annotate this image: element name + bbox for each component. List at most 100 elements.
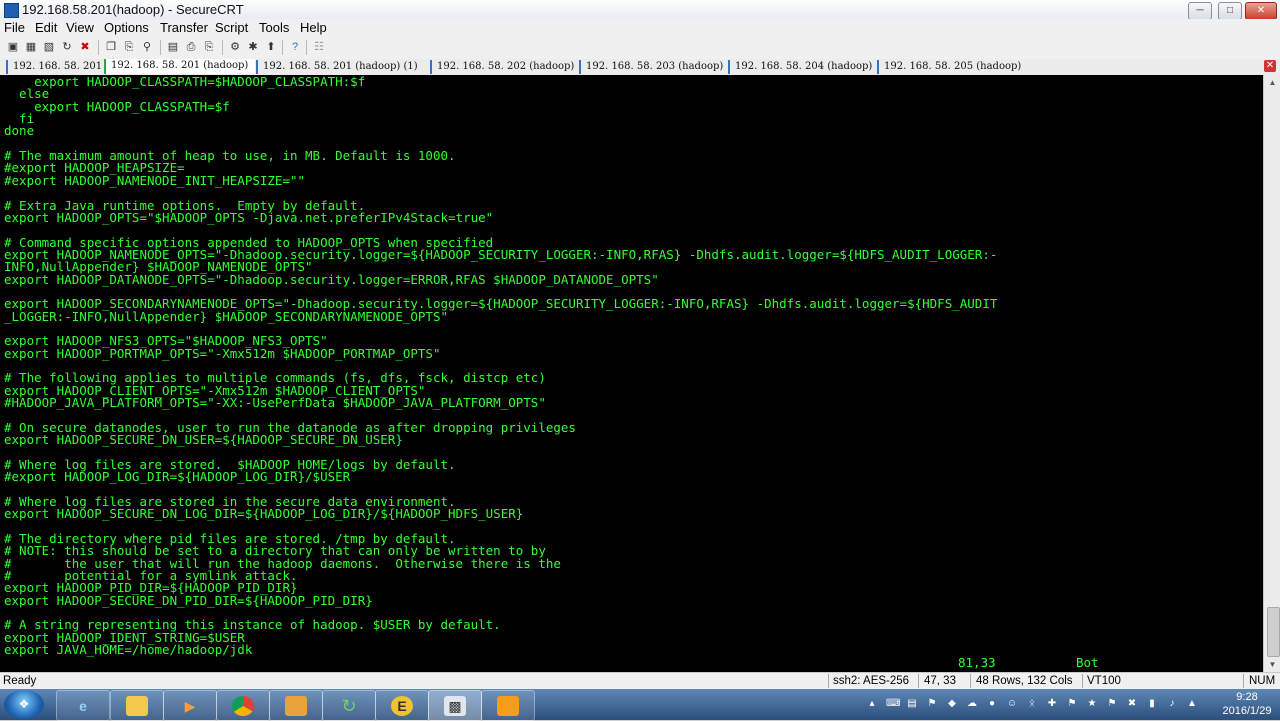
toolbar-separator xyxy=(160,40,161,55)
print-selection-icon[interactable]: ⎘ xyxy=(202,40,216,54)
tray-flag-icon[interactable]: ⚑ xyxy=(1106,698,1118,710)
tray-star-icon[interactable]: ★ xyxy=(1086,698,1098,710)
help-icon[interactable]: ? xyxy=(288,40,302,54)
menu-file[interactable]: File xyxy=(4,20,25,35)
status-bar: Ready ssh2: AES-256 47, 33 48 Rows, 132 … xyxy=(0,672,1280,690)
close-button[interactable]: ✕ xyxy=(1245,2,1277,20)
tray-qq-icon[interactable]: ☺ xyxy=(1006,698,1018,710)
maximize-button[interactable]: □ xyxy=(1218,2,1242,20)
taskbar-app-file-explorer[interactable] xyxy=(110,690,164,721)
status-divider xyxy=(918,674,919,688)
print-icon[interactable]: ⎙ xyxy=(184,40,198,54)
app-e-icon: E xyxy=(391,696,413,716)
securecrt-icon xyxy=(285,696,307,716)
securecrt-app-icon xyxy=(4,3,19,18)
status-num-lock: NUM xyxy=(1249,675,1276,687)
menu-transfer[interactable]: Transfer xyxy=(160,20,208,35)
taskbar-app-refresh[interactable]: ↻ xyxy=(322,690,376,721)
session-tab-bar: 192. 168. 58. 201 192. 168. 58. 201 (had… xyxy=(0,59,1280,76)
terminal-line: export HADOOP_CLASSPATH=$HADOOP_CLASSPAT… xyxy=(4,75,366,89)
paste-icon[interactable]: ⎘ xyxy=(122,40,136,54)
toolbar: ▣ ▦ ▧ ↻ ✖ ❐ ⎘ ⚲ ▤ ⎙ ⎘ ⚙ ✱ ⬆ ? ☷ xyxy=(0,37,1280,60)
tray-security-icon[interactable]: ⚑ xyxy=(926,698,938,710)
tray-volume-icon[interactable]: ♪ xyxy=(1166,698,1178,710)
copy-icon[interactable]: ❐ xyxy=(104,40,118,54)
status-divider xyxy=(1243,674,1244,688)
menu-bar: File Edit View Options Transfer Script T… xyxy=(0,19,1280,37)
tray-plus-icon[interactable]: ✚ xyxy=(1046,698,1058,710)
terminal-line: _LOGGER:-INFO,NullAppender} $HADOOP_SECO… xyxy=(4,308,449,324)
tab-session-201-hadoop-1[interactable]: 192. 168. 58. 201 (hadoop) (1) xyxy=(256,60,429,74)
scroll-up-icon[interactable]: ▲ xyxy=(1265,75,1280,90)
reconnect-icon[interactable]: ↻ xyxy=(60,40,74,54)
refresh-app-icon: ↻ xyxy=(341,696,357,716)
file-explorer-icon xyxy=(126,696,148,716)
taskbar-app-securecrt[interactable] xyxy=(269,690,323,721)
toolbar-separator xyxy=(306,40,307,55)
connect-tab-icon[interactable]: ▧ xyxy=(42,40,56,54)
terminal-line: export HADOOP_DATANODE_OPTS="-Dhadoop.se… xyxy=(4,271,659,287)
title-bar: 192.168.58.201(hadoop) - SecureCRT ─ □ ✕ xyxy=(0,0,1280,20)
start-button[interactable]: ❖ xyxy=(4,690,44,719)
tray-bluetooth-icon[interactable]: ᛟ xyxy=(1026,698,1038,710)
tray-show-hidden-icon[interactable]: ▴ xyxy=(866,698,878,710)
terminal-line: #HADOOP_JAVA_PLATFORM_OPTS="-XX:-UsePerf… xyxy=(4,395,546,411)
tray-shield-icon[interactable]: ⚑ xyxy=(1066,698,1078,710)
tray-keyboard-icon[interactable]: ⌨ xyxy=(886,698,900,710)
terminal-line: export HADOOP_OPTS="$HADOOP_OPTS -Djava.… xyxy=(4,209,494,225)
disconnect-icon[interactable]: ✖ xyxy=(78,40,92,54)
tray-chat-icon[interactable]: ● xyxy=(986,698,998,710)
global-options-icon[interactable]: ✱ xyxy=(246,40,260,54)
close-tab-icon[interactable]: ✕ xyxy=(1264,60,1276,72)
quick-connect-icon[interactable]: ▦ xyxy=(24,40,38,54)
terminal-line: export HADOOP_SECURE_DN_LOG_DIR=${HADOOP… xyxy=(4,506,524,522)
session-options-icon[interactable]: ⚙ xyxy=(228,40,242,54)
virtualbox-icon xyxy=(497,696,519,716)
taskbar-clock[interactable]: 9:28 2016/1/29 xyxy=(1214,690,1280,718)
tab-session-203-hadoop[interactable]: 192. 168. 58. 203 (hadoop) xyxy=(579,60,728,74)
tab-session-201-hadoop[interactable]: 192. 168. 58. 201 (hadoop) xyxy=(104,59,255,74)
print-setup-icon[interactable]: ▤ xyxy=(166,40,180,54)
tray-action-center-icon[interactable]: ✖ xyxy=(1126,698,1138,710)
taskbar-app-media-player[interactable]: ▶ xyxy=(163,690,217,721)
tab-session-204-hadoop[interactable]: 192. 168. 58. 204 (hadoop) xyxy=(728,60,877,74)
terminal-line: #export HADOOP_LOG_DIR=${HADOOP_LOG_DIR}… xyxy=(4,469,351,485)
menu-help[interactable]: Help xyxy=(300,20,327,35)
taskbar-app-internet-explorer[interactable]: e xyxy=(56,690,110,721)
status-encryption: ssh2: AES-256 xyxy=(833,675,910,687)
taskbar-app-e[interactable]: E xyxy=(375,690,429,721)
tray-network-adapter-icon[interactable]: ▤ xyxy=(906,698,918,710)
menu-script[interactable]: Script xyxy=(215,20,248,35)
terminal-line: export HADOOP_SECURE_DN_PID_DIR=${HADOOP… xyxy=(4,592,373,608)
clock-date: 2016/1/29 xyxy=(1222,705,1272,717)
menu-tools[interactable]: Tools xyxy=(259,20,289,35)
tab-session-205-hadoop[interactable]: 192. 168. 58. 205 (hadoop) xyxy=(877,60,1028,74)
minimize-button[interactable]: ─ xyxy=(1188,2,1212,20)
tray-battery-icon[interactable]: ▮ xyxy=(1146,698,1158,710)
tray-antivirus-icon[interactable]: ◆ xyxy=(946,698,958,710)
toolbar-separator xyxy=(282,40,283,55)
taskbar-app-chrome[interactable] xyxy=(216,690,270,721)
find-icon[interactable]: ⚲ xyxy=(140,40,154,54)
connect-icon[interactable]: ▣ xyxy=(6,40,20,54)
taskbar-app-virtualbox[interactable] xyxy=(481,690,535,721)
menu-view[interactable]: View xyxy=(66,20,94,35)
terminal-screen[interactable]: 81,33 Bot export HADOOP_CLASSPATH=$HADOO… xyxy=(0,75,1263,672)
terminal-line: export JAVA_HOME=/home/hadoop/jdk xyxy=(4,642,253,658)
terminal-scrollbar[interactable]: ▲ ▼ xyxy=(1263,75,1280,672)
windows-logo-icon: ❖ xyxy=(18,697,30,711)
tray-cloud-icon[interactable]: ☁ xyxy=(966,698,978,710)
keymap-icon[interactable]: ☷ xyxy=(312,40,326,54)
tab-session-201[interactable]: 192. 168. 58. 201 xyxy=(6,60,105,74)
status-divider xyxy=(828,674,829,688)
menu-options[interactable]: Options xyxy=(104,20,149,35)
scroll-thumb[interactable] xyxy=(1267,607,1280,657)
sftp-icon[interactable]: ⬆ xyxy=(264,40,278,54)
tab-session-202-hadoop[interactable]: 192. 168. 58. 202 (hadoop) xyxy=(430,60,579,74)
toolbar-separator xyxy=(222,40,223,55)
scroll-down-icon[interactable]: ▼ xyxy=(1265,657,1280,672)
status-divider xyxy=(1082,674,1083,688)
tray-signal-icon[interactable]: ▲ xyxy=(1186,698,1198,710)
menu-edit[interactable]: Edit xyxy=(35,20,57,35)
taskbar-app-terminal[interactable]: ▩ xyxy=(428,690,482,721)
